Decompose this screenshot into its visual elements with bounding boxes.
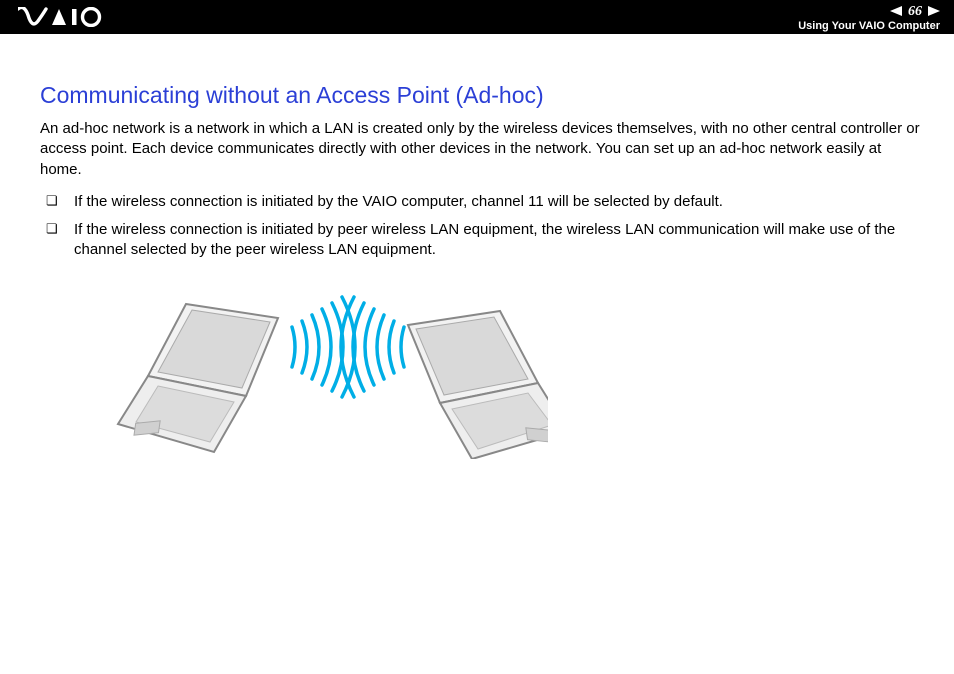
bullet-list: If the wireless connection is initiated … bbox=[40, 192, 920, 261]
section-label: Using Your VAIO Computer bbox=[798, 20, 940, 32]
page-nav: 66 bbox=[890, 3, 940, 21]
list-item: If the wireless connection is initiated … bbox=[70, 220, 920, 261]
laptop-left-icon bbox=[118, 304, 278, 452]
header-right: 66 Using Your VAIO Computer bbox=[798, 3, 940, 32]
page-content: Communicating without an Access Point (A… bbox=[0, 34, 954, 464]
next-page-arrow-icon[interactable] bbox=[928, 3, 940, 21]
page-header: 66 Using Your VAIO Computer bbox=[0, 0, 954, 34]
adhoc-figure bbox=[108, 289, 920, 464]
intro-paragraph: An ad-hoc network is a network in which … bbox=[40, 119, 920, 180]
vaio-logo bbox=[18, 7, 106, 27]
page-number: 66 bbox=[908, 4, 922, 20]
list-item: If the wireless connection is initiated … bbox=[70, 192, 920, 212]
page-title: Communicating without an Access Point (A… bbox=[40, 82, 920, 109]
prev-page-arrow-icon[interactable] bbox=[890, 3, 902, 21]
laptop-right-icon bbox=[408, 311, 548, 459]
